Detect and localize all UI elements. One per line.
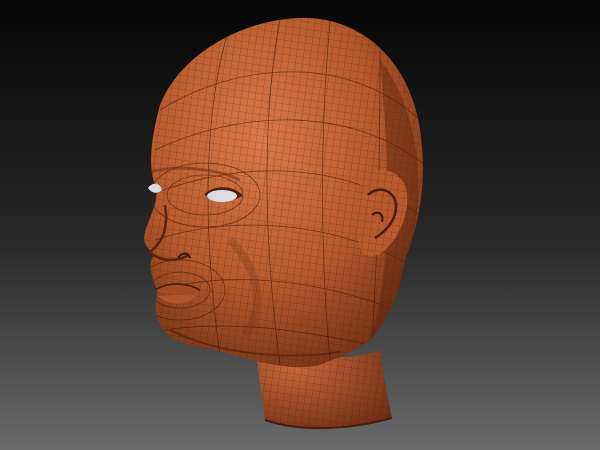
eye-right [207, 190, 237, 202]
render-view [0, 0, 600, 450]
viewport-canvas[interactable] [0, 0, 600, 450]
